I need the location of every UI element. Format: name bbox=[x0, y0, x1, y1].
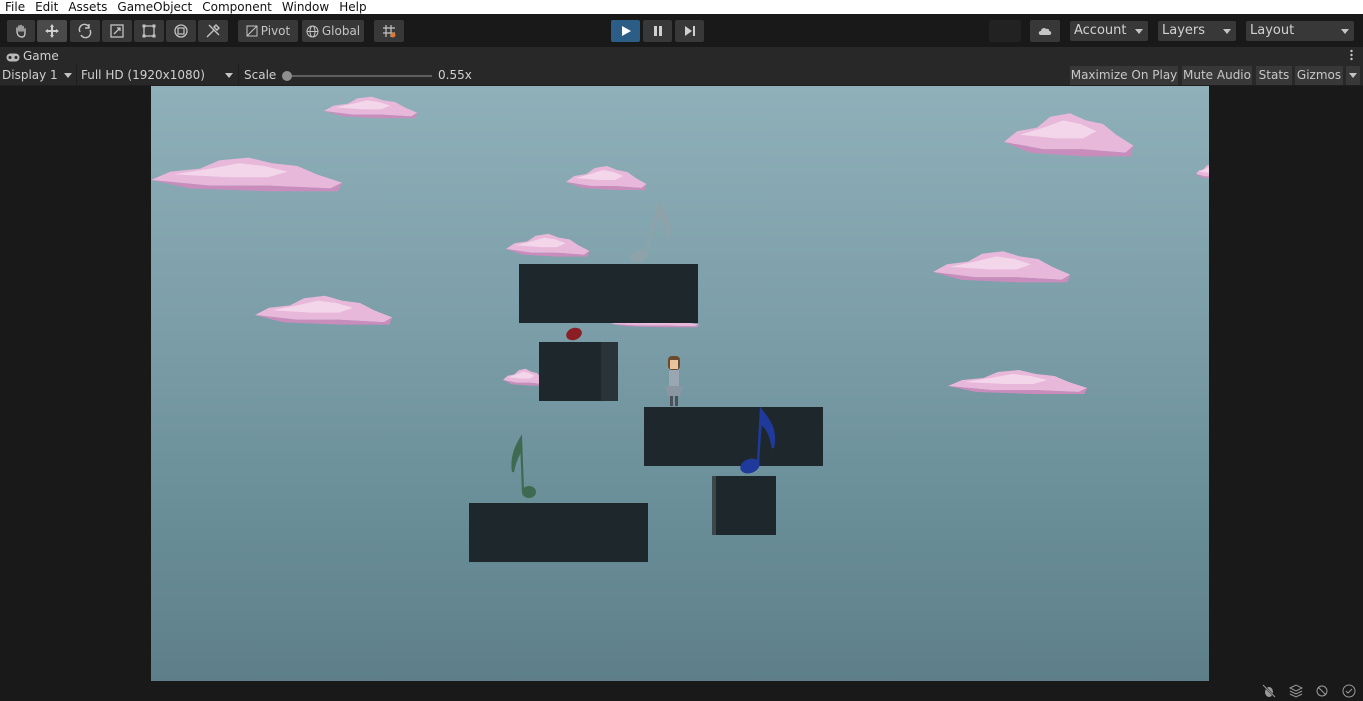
pause-icon bbox=[652, 25, 664, 37]
pivot-toggle-button[interactable]: Pivot bbox=[238, 20, 298, 42]
layers-dropdown[interactable]: Layers bbox=[1158, 21, 1236, 41]
scale-slider[interactable] bbox=[282, 71, 432, 81]
cloud bbox=[1196, 164, 1209, 179]
rotate-tool-icon bbox=[77, 23, 93, 39]
hand-tool-icon bbox=[13, 23, 29, 39]
chevron-down-icon bbox=[225, 73, 233, 78]
pause-button[interactable] bbox=[643, 20, 672, 42]
cloud bbox=[933, 251, 1071, 283]
pivot-icon bbox=[246, 25, 258, 37]
stats-toggle[interactable]: Stats bbox=[1256, 66, 1292, 85]
display-dropdown[interactable]: Display 1 bbox=[2, 67, 72, 84]
platform bbox=[712, 476, 776, 535]
cloud-button[interactable] bbox=[1030, 20, 1060, 42]
menu-assets[interactable]: Assets bbox=[63, 0, 112, 14]
scale-value: 0.55x bbox=[438, 68, 472, 82]
custom-tool-button[interactable] bbox=[198, 20, 228, 42]
maximize-on-play-toggle[interactable]: Maximize On Play bbox=[1070, 66, 1178, 85]
game-tab-bar: Game bbox=[0, 47, 1363, 65]
platform bbox=[469, 503, 648, 562]
platform bbox=[644, 407, 823, 466]
resolution-dropdown[interactable]: Full HD (1920x1080) bbox=[81, 67, 233, 84]
music-note-red bbox=[566, 327, 582, 341]
move-tool-icon bbox=[44, 23, 60, 39]
step-icon bbox=[684, 25, 696, 37]
divider bbox=[76, 65, 77, 86]
music-note-green bbox=[511, 434, 536, 498]
chevron-down-icon bbox=[1349, 73, 1357, 78]
cloud bbox=[324, 96, 418, 119]
resolution-label: Full HD (1920x1080) bbox=[81, 68, 205, 82]
cloud bbox=[151, 157, 343, 192]
menu-edit[interactable]: Edit bbox=[30, 0, 63, 14]
status-bar bbox=[0, 681, 1363, 701]
music-note-grey bbox=[630, 200, 671, 263]
global-label: Global bbox=[321, 24, 361, 38]
grid-snap-icon bbox=[381, 23, 397, 39]
platform bbox=[519, 264, 698, 323]
divider bbox=[238, 65, 239, 86]
cloud bbox=[506, 233, 590, 257]
mute-audio-toggle[interactable]: Mute Audio bbox=[1182, 66, 1252, 85]
globe-icon bbox=[306, 25, 319, 38]
account-dropdown[interactable]: Account bbox=[1070, 21, 1148, 41]
player-character bbox=[665, 356, 683, 406]
cloud bbox=[566, 166, 647, 190]
play-icon bbox=[620, 25, 632, 37]
grid-snap-button[interactable] bbox=[374, 20, 404, 42]
layers-stack-icon[interactable] bbox=[1288, 684, 1304, 701]
chevron-down-icon bbox=[64, 73, 72, 78]
layout-label: Layout bbox=[1250, 23, 1295, 38]
platform bbox=[712, 476, 716, 535]
debug-off-icon[interactable] bbox=[1262, 684, 1276, 701]
play-button[interactable] bbox=[611, 20, 640, 42]
custom-tool-icon bbox=[205, 23, 221, 39]
scale-tool-icon bbox=[109, 23, 125, 39]
scale-slider-thumb[interactable] bbox=[282, 71, 292, 81]
chevron-down-icon bbox=[1341, 29, 1349, 34]
platform bbox=[601, 342, 618, 401]
more-options-icon[interactable] bbox=[1350, 49, 1353, 61]
menu-window[interactable]: Window bbox=[277, 0, 334, 14]
display-label: Display 1 bbox=[2, 68, 58, 82]
menu-help[interactable]: Help bbox=[334, 0, 371, 14]
global-toggle-button[interactable]: Global bbox=[302, 20, 364, 42]
menu-file[interactable]: File bbox=[0, 0, 30, 14]
cloud bbox=[255, 295, 393, 325]
chevron-down-icon bbox=[1135, 29, 1143, 34]
game-controls-bar: Display 1 Full HD (1920x1080) Scale 0.55… bbox=[0, 65, 1363, 86]
cloud-icon bbox=[1038, 26, 1052, 36]
game-view bbox=[0, 86, 1363, 681]
rect-tool-button[interactable] bbox=[134, 20, 164, 42]
cloud bbox=[948, 370, 1088, 394]
scale-tool-button[interactable] bbox=[102, 20, 132, 42]
scale-label: Scale bbox=[244, 68, 277, 82]
game-scene bbox=[151, 96, 1209, 562]
cloud bbox=[1004, 113, 1134, 157]
account-label: Account bbox=[1074, 23, 1127, 38]
chevron-down-icon bbox=[1223, 29, 1231, 34]
move-tool-button[interactable] bbox=[37, 20, 67, 42]
transform-tool-button[interactable] bbox=[166, 20, 196, 42]
main-toolbar: Pivot Global Account Layers Layout bbox=[0, 14, 1363, 47]
pivot-label: Pivot bbox=[260, 24, 291, 38]
gizmos-dropdown[interactable] bbox=[1346, 66, 1360, 85]
lighting-icon[interactable] bbox=[1315, 684, 1329, 701]
rect-tool-icon bbox=[141, 23, 157, 39]
tab-game[interactable]: Game bbox=[23, 49, 59, 63]
game-viewport[interactable] bbox=[151, 86, 1209, 681]
menu-component[interactable]: Component bbox=[197, 0, 277, 14]
layout-dropdown[interactable]: Layout bbox=[1246, 21, 1354, 41]
layers-label: Layers bbox=[1162, 23, 1206, 38]
gamepad-icon bbox=[6, 51, 20, 65]
gizmos-toggle[interactable]: Gizmos bbox=[1295, 66, 1343, 85]
rotate-tool-button[interactable] bbox=[70, 20, 100, 42]
transform-tool-icon bbox=[173, 23, 189, 39]
hand-tool-button[interactable] bbox=[7, 20, 35, 42]
menu-gameobject[interactable]: GameObject bbox=[112, 0, 197, 14]
collab-button[interactable] bbox=[989, 20, 1021, 42]
step-button[interactable] bbox=[675, 20, 704, 42]
menu-bar: File Edit Assets GameObject Component Window H… bbox=[0, 0, 1363, 14]
check-circle-icon[interactable] bbox=[1342, 684, 1356, 701]
